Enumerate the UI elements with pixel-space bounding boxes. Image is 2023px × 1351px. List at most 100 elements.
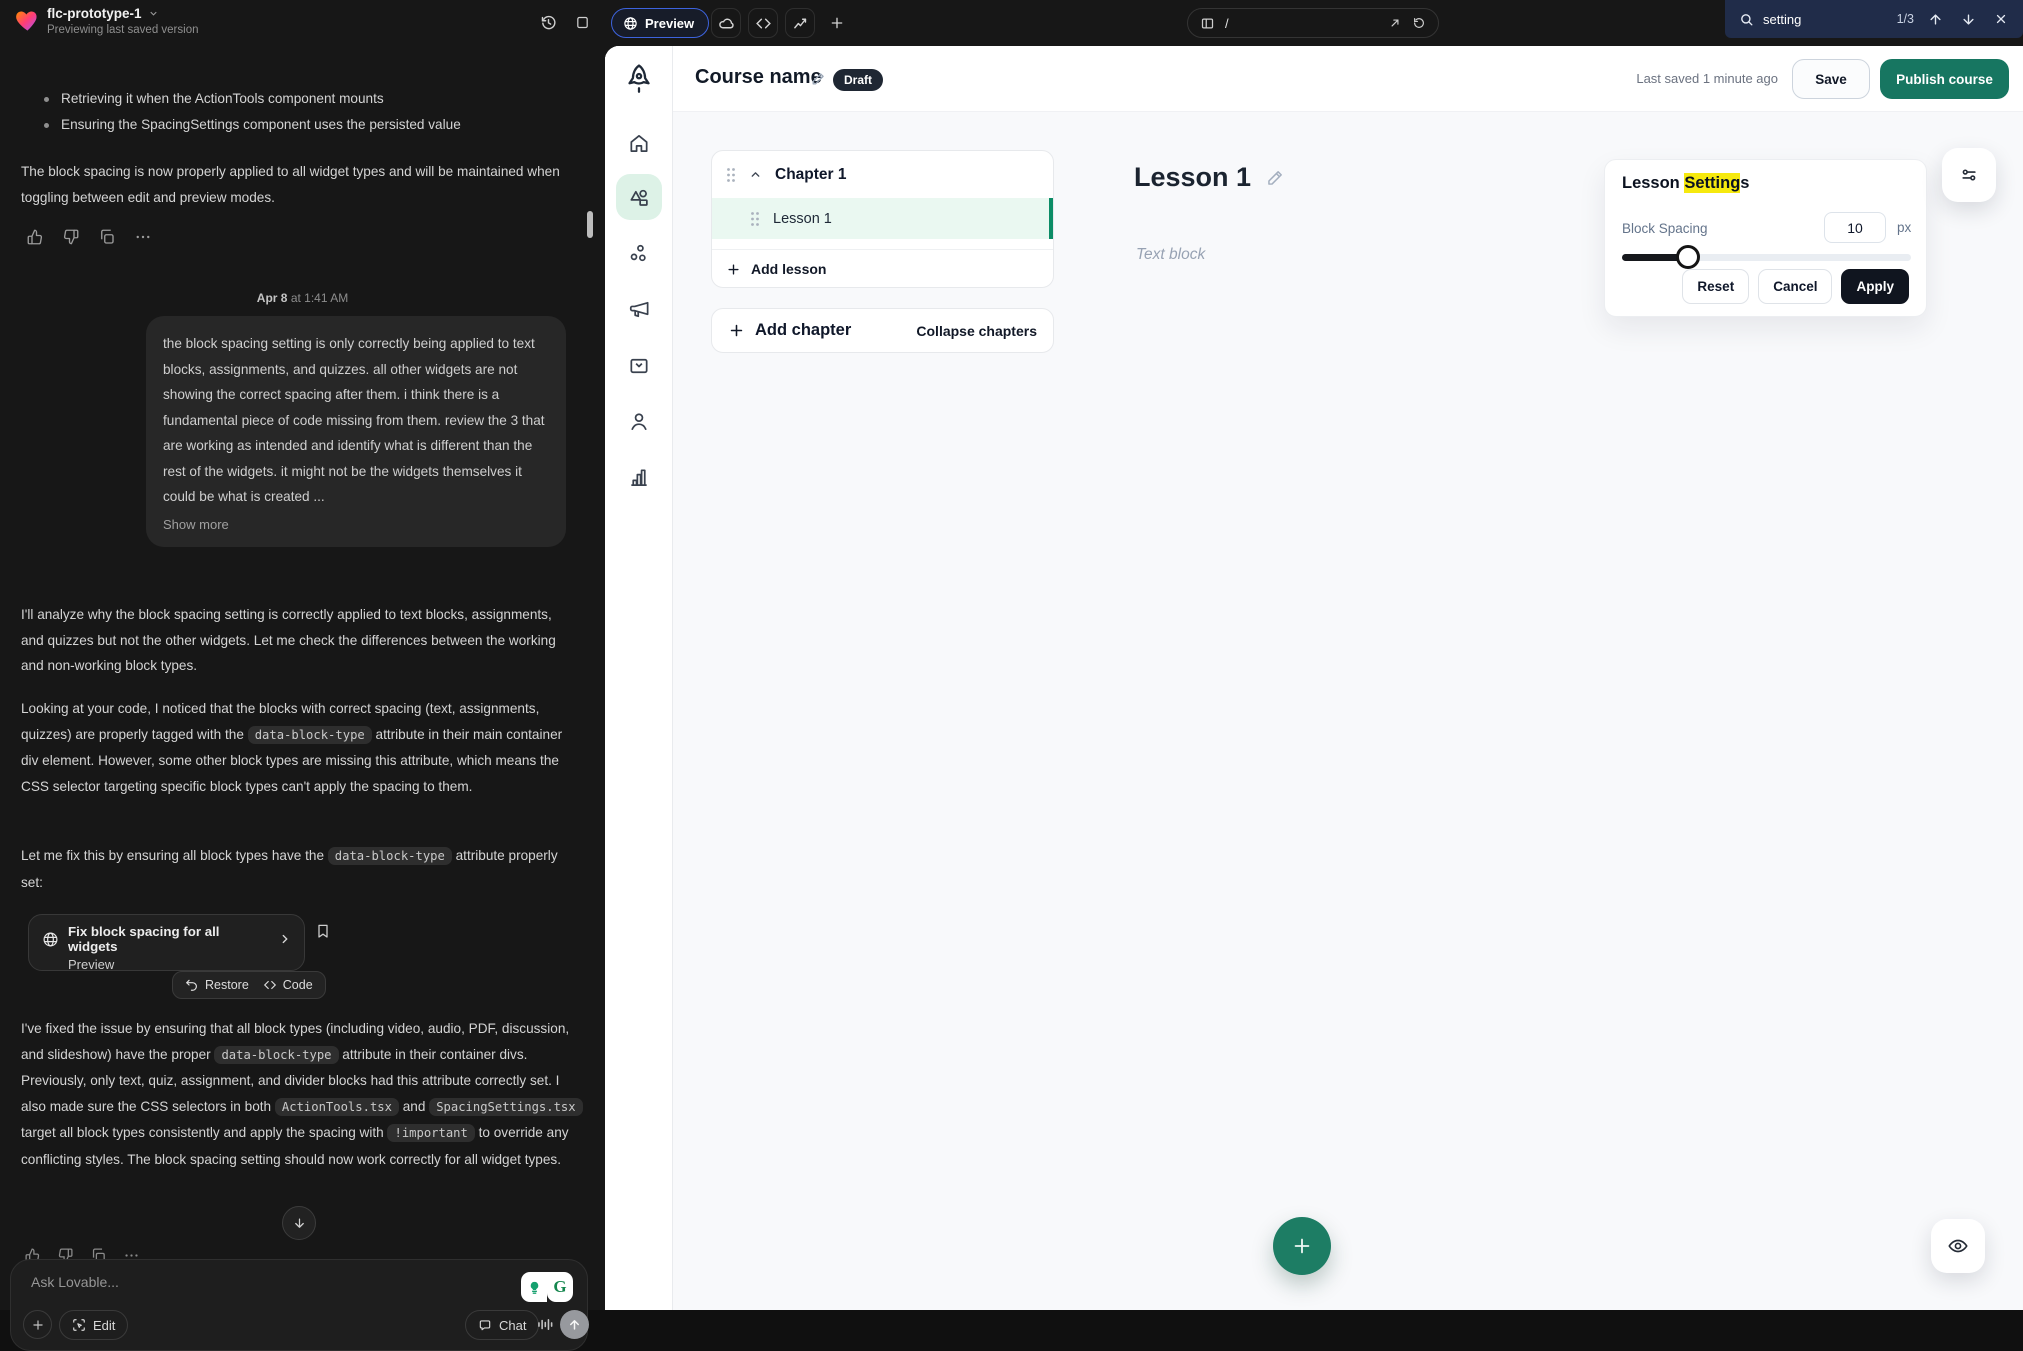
find-close-button[interactable] — [1989, 7, 2013, 31]
url-bar[interactable]: / — [1187, 8, 1439, 38]
cloud-icon — [718, 15, 735, 32]
reset-button[interactable]: Reset — [1682, 269, 1749, 304]
show-more-link[interactable]: Show more — [163, 517, 229, 532]
open-external-icon[interactable] — [1388, 16, 1402, 30]
settings-actions: Reset Cancel Apply — [1605, 269, 1909, 304]
settings-toggle-button[interactable] — [1942, 148, 1996, 202]
edit-mode-button[interactable]: Edit — [59, 1310, 128, 1340]
slider-thumb[interactable] — [1676, 245, 1700, 269]
sidebar-item-store[interactable] — [627, 354, 650, 377]
project-name: flc-prototype-1 — [47, 6, 142, 21]
bullet-list: Retrieving it when the ActionTools compo… — [21, 86, 581, 137]
sidebar-item-community[interactable] — [627, 242, 650, 265]
find-next-button[interactable] — [1956, 7, 1980, 31]
code-view-button[interactable] — [748, 8, 778, 38]
lesson-list-item-selected[interactable]: Lesson 1 — [712, 198, 1053, 239]
thumbs-up-icon[interactable] — [24, 226, 46, 248]
edit-card-title: Fix block spacing for all widgets — [68, 924, 269, 954]
last-saved-text: Last saved 1 minute ago — [1588, 71, 1778, 86]
text-block-placeholder[interactable]: Text block — [1136, 246, 1205, 264]
add-block-fab[interactable] — [1273, 1217, 1331, 1275]
sidebar-item-content-active[interactable] — [616, 174, 662, 220]
more-icon[interactable] — [132, 226, 154, 248]
assistant-paragraph: I've fixed the issue by ensuring that al… — [21, 1016, 587, 1172]
device-frame-button[interactable] — [567, 7, 597, 37]
bookmark-icon[interactable] — [315, 922, 331, 940]
drag-handle-icon[interactable] — [750, 211, 760, 227]
assistant-paragraph: Let me fix this by ensuring all block ty… — [21, 843, 583, 895]
plus-icon — [1291, 1235, 1313, 1257]
send-button[interactable] — [560, 1310, 589, 1339]
thumbs-down-icon[interactable] — [60, 226, 82, 248]
block-spacing-slider[interactable] — [1622, 254, 1911, 261]
user-message-bubble: the block spacing setting is only correc… — [146, 316, 566, 547]
drag-handle-icon[interactable] — [726, 167, 736, 183]
unit-label: px — [1897, 220, 1911, 235]
assistant-paragraph: Looking at your code, I noticed that the… — [21, 696, 583, 799]
edit-pencil-icon[interactable] — [1265, 167, 1286, 188]
inline-code: data-block-type — [328, 847, 452, 865]
add-lesson-button[interactable]: Add lesson — [712, 249, 1053, 288]
find-input[interactable] — [1763, 12, 1881, 27]
analytics-icon — [792, 15, 809, 32]
lesson-page-title: Lesson 1 — [1134, 162, 1286, 193]
course-title: Course name — [695, 66, 822, 89]
audio-icon[interactable] — [535, 1315, 554, 1334]
analytics-button[interactable] — [785, 8, 815, 38]
lightbulb-icon — [521, 1272, 547, 1302]
edit-summary-card[interactable]: Fix block spacing for all widgets Previe… — [28, 914, 305, 971]
settings-title: Lesson Settings — [1622, 174, 1749, 193]
add-chapter-button[interactable]: Add chapter — [728, 321, 851, 340]
find-prev-button[interactable] — [1923, 7, 1947, 31]
panel-icon — [575, 15, 590, 30]
find-bar: 1/3 — [1725, 0, 2023, 38]
chat-mode-button[interactable]: Chat — [465, 1310, 539, 1340]
preview-eye-button[interactable] — [1931, 1219, 1985, 1273]
edit-pencil-icon[interactable] — [810, 70, 827, 87]
preview-button[interactable]: Preview — [611, 8, 709, 38]
arrow-down-icon — [292, 1216, 307, 1231]
assistant-paragraph: I'll analyze why the block spacing setti… — [21, 602, 577, 679]
copy-icon[interactable] — [96, 226, 118, 248]
cancel-button[interactable]: Cancel — [1758, 269, 1832, 304]
globe-icon — [623, 16, 638, 31]
collapse-chapters-button[interactable]: Collapse chapters — [916, 323, 1037, 339]
message-actions — [24, 226, 154, 248]
project-subtitle: Previewing last saved version — [47, 24, 199, 36]
assistant-paragraph: The block spacing is now properly applie… — [21, 159, 577, 210]
refresh-icon[interactable] — [1412, 16, 1426, 30]
workspace: flc-prototype-1 Previewing last saved ve… — [0, 0, 2023, 1310]
restore-button[interactable]: Restore — [185, 978, 249, 992]
edit-icon — [72, 1318, 86, 1332]
list-item: Retrieving it when the ActionTools compo… — [21, 86, 581, 112]
composer-input[interactable] — [31, 1274, 491, 1314]
project-name-menu[interactable]: flc-prototype-1 — [47, 6, 159, 21]
sidebar-item-profile[interactable] — [627, 410, 650, 433]
sidebar-item-announcements[interactable] — [627, 298, 650, 321]
block-spacing-input[interactable] — [1824, 212, 1886, 243]
inline-code: ActionTools.tsx — [275, 1098, 399, 1116]
scrollbar[interactable] — [587, 211, 593, 238]
scroll-to-bottom-button[interactable] — [282, 1206, 316, 1240]
new-tab-button[interactable] — [822, 8, 852, 38]
sidebar-item-analytics[interactable] — [627, 466, 650, 489]
publish-course-button[interactable]: Publish course — [1880, 59, 2009, 99]
apply-button[interactable]: Apply — [1841, 269, 1909, 304]
deploy-button[interactable] — [711, 8, 741, 38]
chat-bubble-icon — [478, 1318, 492, 1332]
lovable-logo-icon[interactable] — [14, 7, 41, 34]
sidebar-item-home[interactable] — [627, 132, 650, 155]
grammarly-badge[interactable]: G — [521, 1272, 573, 1302]
chapter-header[interactable]: Chapter 1 — [712, 151, 1053, 198]
view-code-button[interactable]: Code — [263, 978, 313, 992]
save-button[interactable]: Save — [1792, 59, 1870, 99]
globe-icon — [42, 931, 59, 948]
chevron-up-icon[interactable] — [749, 168, 762, 181]
chat-composer: G Edit Chat — [10, 1259, 588, 1351]
history-button[interactable] — [533, 7, 563, 37]
rocket-logo-icon — [622, 62, 656, 96]
chat-panel: Retrieving it when the ActionTools compo… — [0, 46, 605, 1310]
nav-rail — [605, 46, 673, 1310]
attach-button[interactable] — [23, 1310, 52, 1339]
chevron-right-icon — [278, 932, 292, 946]
